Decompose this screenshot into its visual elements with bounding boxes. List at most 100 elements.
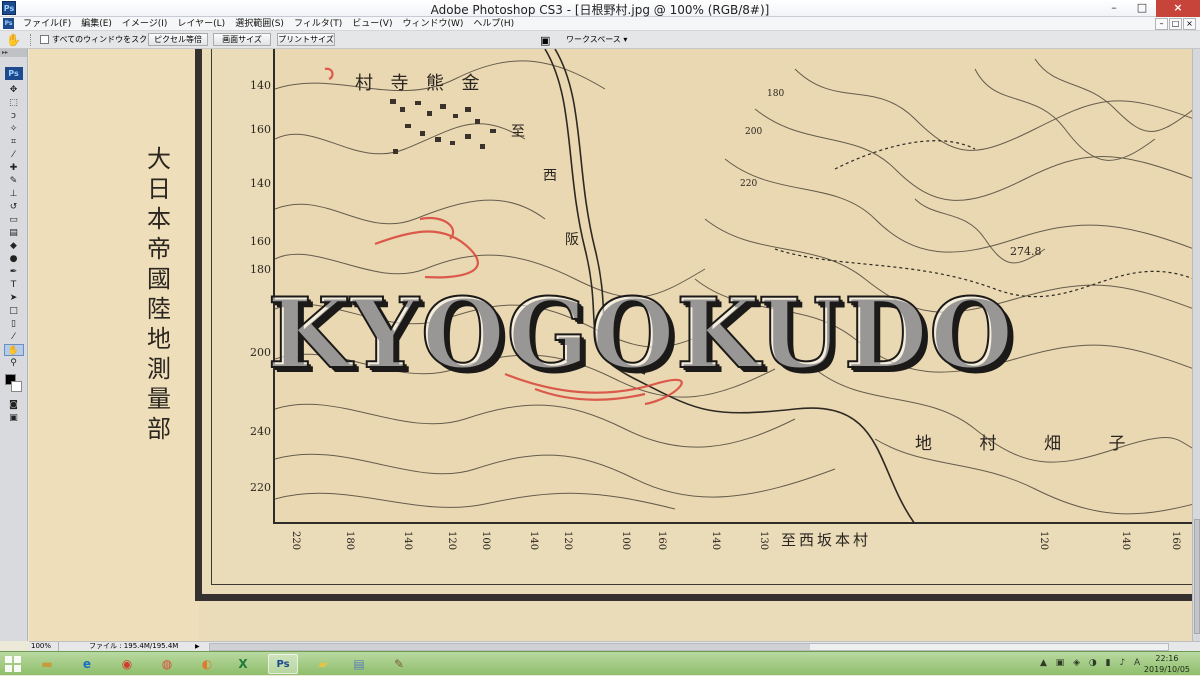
crop-tool-icon[interactable]: ⌗ (4, 136, 24, 148)
quick-mask-icon[interactable]: ◙ (4, 399, 24, 411)
gradient-tool-icon[interactable]: ▤ (4, 227, 24, 239)
bottom-elevation-labels: 220 180 140 120 100 140 120 100 160 140 … (273, 527, 1192, 567)
pen-tool-icon[interactable]: ✒ (4, 266, 24, 278)
elevation-label: 160 (250, 235, 271, 248)
tray-icons[interactable]: ▲ ▣ ◈ ◑ ▮ ♪ A (1040, 658, 1143, 668)
start-button[interactable] (5, 656, 22, 673)
marquee-tool-icon[interactable]: ⬚ (4, 97, 24, 109)
options-grip[interactable] (30, 34, 33, 46)
shape-tool-icon[interactable]: □ (4, 305, 24, 317)
close-button[interactable]: × (1156, 0, 1200, 17)
dodge-tool-icon[interactable]: ● (4, 253, 24, 265)
village-name-label: 村 寺 熊 金 (355, 69, 494, 95)
menu-layer[interactable]: レイヤー(L) (172, 17, 230, 31)
status-menu-arrow-icon[interactable]: ▶ (195, 642, 200, 651)
maximize-button[interactable]: □ (1128, 0, 1156, 17)
photoshop-taskbar-icon[interactable]: Ps (268, 654, 298, 674)
eraser-tool-icon[interactable]: ▭ (4, 214, 24, 226)
paint-icon[interactable]: ✎ (384, 654, 414, 674)
clock-time: 22:16 (1155, 654, 1179, 663)
menu-select[interactable]: 選択範囲(S) (230, 17, 289, 31)
zoom-tool-icon[interactable]: ⚲ (4, 357, 24, 369)
file-info: ファイル : 195.4M/195.4M (89, 642, 179, 650)
vertical-scroll-thumb[interactable] (1194, 519, 1200, 634)
road-label-west: 西 (543, 168, 557, 184)
bottom-number: 120 (562, 531, 573, 551)
internet-explorer-icon[interactable]: e (72, 654, 102, 674)
workspace-menu[interactable]: ワークスペース ▾ (562, 33, 631, 46)
bottom-number: 180 (344, 531, 355, 551)
brush-tool-icon[interactable]: ✎ (4, 175, 24, 187)
elevation-label: 180 (250, 263, 271, 276)
title-char: 部 (147, 415, 171, 443)
bottom-number: 160 (656, 531, 667, 551)
path-selection-tool-icon[interactable]: ➤ (4, 292, 24, 304)
firefox-icon[interactable]: ◐ (192, 654, 222, 674)
photoshop-logo: Ps (4, 67, 23, 80)
menu-image[interactable]: イメージ(I) (117, 17, 173, 31)
document-icon[interactable]: ▤ (344, 654, 374, 674)
menu-bar: Ps ファイル(F) 編集(E) イメージ(I) レイヤー(L) 選択範囲(S)… (0, 17, 1200, 31)
hand-tool-icon-active[interactable]: ✋ (3, 344, 24, 356)
security-app-icon[interactable]: ◉ (112, 654, 142, 674)
window-title: Adobe Photoshop CS3 - [日根野村.jpg @ 100% (… (430, 3, 770, 17)
spot-height-label: 274.8 (1010, 245, 1042, 258)
actual-pixels-button[interactable]: ピクセル等倍 (148, 33, 208, 46)
menu-filter[interactable]: フィルタ(T) (289, 17, 347, 31)
contour-number: 180 (767, 89, 785, 99)
clock-date: 2019/10/05 (1143, 665, 1190, 674)
magic-wand-tool-icon[interactable]: ✧ (4, 123, 24, 135)
menu-window[interactable]: ウィンドウ(W) (397, 17, 468, 31)
move-tool-icon[interactable]: ✥ (4, 84, 24, 96)
land-char: 地 (915, 434, 932, 454)
title-char: 帝 (147, 235, 171, 263)
land-char: 村 (979, 434, 997, 454)
workspace-icon[interactable]: ▣ (540, 34, 550, 47)
bottom-number: 140 (528, 531, 539, 551)
contour-number: 200 (745, 127, 763, 137)
menu-file[interactable]: ファイル(F) (18, 17, 76, 31)
elevation-label: 160 (250, 123, 271, 136)
bottom-number: 100 (620, 531, 631, 551)
screen-mode-icon[interactable]: ▣ (4, 412, 24, 424)
type-tool-icon[interactable]: T (4, 279, 24, 291)
folder-icon[interactable]: ▰ (308, 654, 338, 674)
print-size-button[interactable]: プリントサイズ (277, 33, 335, 46)
clone-stamp-tool-icon[interactable]: ⊥ (4, 188, 24, 200)
doc-close-button[interactable]: × (1183, 18, 1196, 30)
eyedropper-tool-icon[interactable]: ⁄ (4, 331, 24, 343)
minimize-button[interactable]: – (1100, 0, 1128, 17)
doc-minimize-button[interactable]: – (1155, 18, 1168, 30)
fit-screen-button[interactable]: 画面サイズ (213, 33, 271, 46)
bottom-number: 140 (710, 531, 721, 551)
menu-edit[interactable]: 編集(E) (76, 17, 117, 31)
blur-tool-icon[interactable]: ◆ (4, 240, 24, 252)
bottom-number: 140 (1120, 531, 1131, 551)
file-explorer-icon[interactable]: ▬ (32, 654, 62, 674)
village-char: 村 (355, 73, 373, 94)
bottom-number: 160 (1170, 531, 1181, 551)
road-label-top: 至 (511, 124, 525, 140)
healing-brush-tool-icon[interactable]: ✚ (4, 162, 24, 174)
elevation-label: 140 (250, 177, 271, 190)
document-canvas[interactable]: 大 日 本 帝 國 陸 地 測 量 部 140 160 140 160 180 … (29, 49, 1192, 641)
horizontal-scroll-thumb[interactable] (210, 644, 810, 650)
slice-tool-icon[interactable]: ⁄ (4, 149, 24, 161)
vertical-scrollbar[interactable] (1192, 49, 1200, 641)
toolbox-header[interactable]: ▸▸ (0, 49, 27, 57)
lasso-tool-icon[interactable]: ↄ (4, 110, 24, 122)
document-icon-ps[interactable]: Ps (3, 18, 14, 29)
clock[interactable]: 22:16 2019/10/05 (1144, 653, 1190, 675)
menu-help[interactable]: ヘルプ(H) (468, 17, 519, 31)
menu-view[interactable]: ビュー(V) (347, 17, 397, 31)
excel-icon[interactable]: X (228, 654, 258, 674)
doc-restore-button[interactable]: □ (1169, 18, 1182, 30)
history-brush-tool-icon[interactable]: ↺ (4, 201, 24, 213)
background-color-swatch[interactable] (10, 381, 22, 392)
hand-tool-icon[interactable]: ✋ (6, 33, 21, 47)
land-label: 地 村 畑 子 (915, 429, 1170, 454)
notes-tool-icon[interactable]: ▯ (4, 318, 24, 330)
horizontal-scrollbar[interactable] (209, 643, 1169, 651)
chrome-icon[interactable]: ◍ (152, 654, 182, 674)
scroll-all-windows-checkbox[interactable] (40, 35, 49, 44)
